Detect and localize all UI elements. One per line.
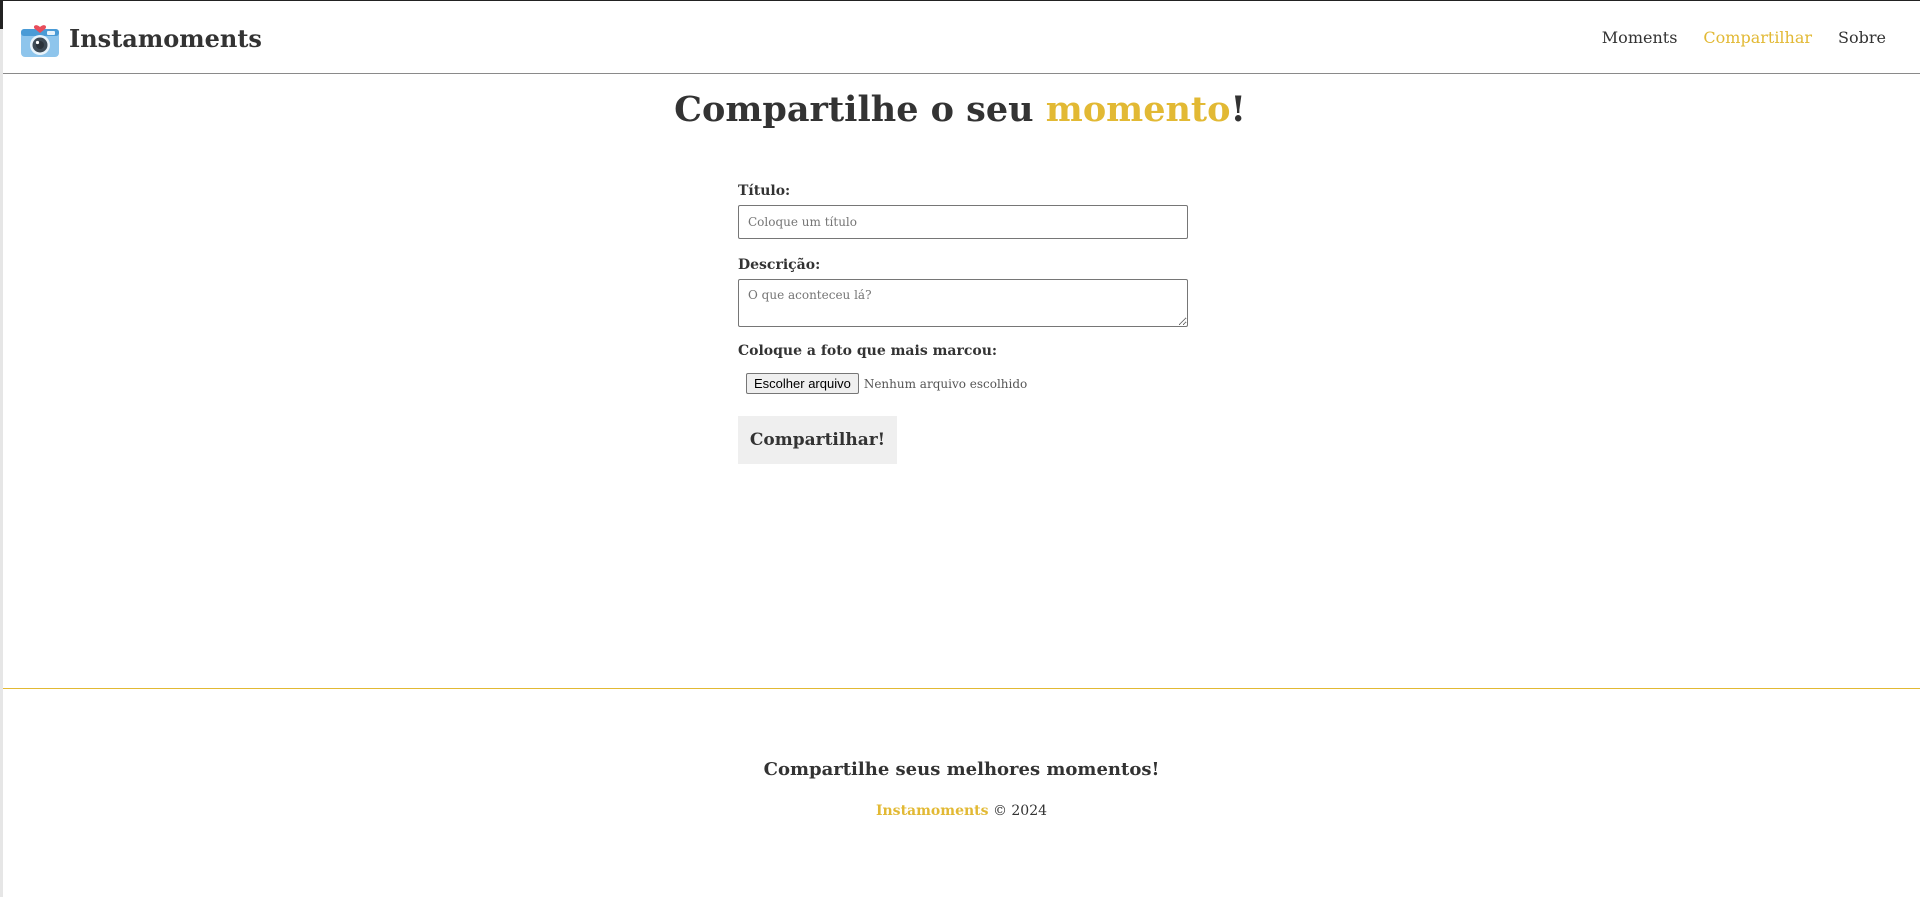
title-input[interactable] [738, 205, 1188, 239]
share-moment-form: Título: Descrição: Coloque a foto que ma… [738, 183, 1188, 464]
page-title-suffix: ! [1230, 89, 1246, 130]
nav-link-about[interactable]: Sobre [1838, 28, 1886, 47]
navbar: Instamoments Moments Compartilhar Sobre [3, 1, 1920, 74]
page: Instamoments Moments Compartilhar Sobre … [0, 0, 1920, 897]
footer-brand: Instamoments [875, 803, 989, 819]
nav-menu: Moments Compartilhar Sobre [1602, 28, 1886, 47]
footer-copyright-text: © 2024 [988, 803, 1048, 819]
share-submit-button[interactable]: Compartilhar! [738, 416, 897, 464]
file-upload: Escolher arquivo Nenhum arquivo escolhid… [746, 373, 1188, 394]
brand-link[interactable]: Instamoments [19, 17, 262, 59]
photo-label: Coloque a foto que mais marcou: [738, 343, 998, 359]
page-title-prefix: Compartilhe o seu [674, 89, 1046, 130]
brand-name: Instamoments [69, 23, 262, 53]
choose-file-button[interactable]: Escolher arquivo [746, 373, 859, 394]
camera-heart-icon [21, 25, 59, 57]
footer: Compartilhe seus melhores momentos! Inst… [3, 688, 1920, 897]
page-title: Compartilhe o seu momento! [0, 89, 1920, 130]
nav-link-moments[interactable]: Moments [1602, 28, 1678, 47]
nav-link-share[interactable]: Compartilhar [1703, 28, 1812, 47]
description-textarea[interactable] [738, 279, 1188, 327]
page-title-highlight: momento [1045, 89, 1231, 130]
description-label: Descrição: [738, 257, 821, 273]
file-status-text: Nenhum arquivo escolhido [863, 376, 1028, 391]
footer-tagline: Compartilhe seus melhores momentos! [763, 759, 1160, 780]
footer-copyright: Instamoments © 2024 [3, 803, 1920, 819]
title-label: Título: [738, 183, 791, 199]
